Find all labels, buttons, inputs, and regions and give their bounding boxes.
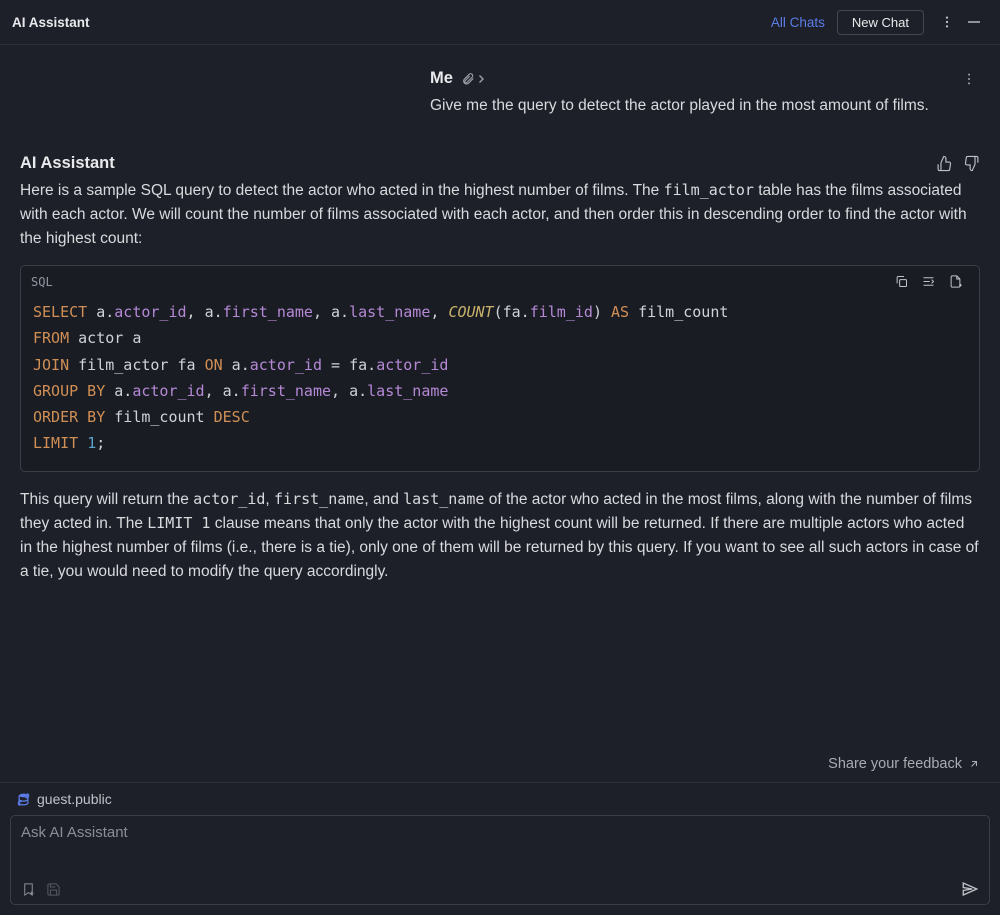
inline-code: film_actor bbox=[664, 181, 754, 199]
context-bar[interactable]: guest.public bbox=[0, 782, 1000, 813]
database-icon bbox=[16, 792, 31, 807]
user-message-body: Give me the query to detect the actor pl… bbox=[430, 94, 980, 118]
prompt-input[interactable] bbox=[11, 816, 989, 876]
attachment-icon[interactable] bbox=[461, 72, 475, 86]
code-content[interactable]: SELECT a.actor_id, a.first_name, a.last_… bbox=[21, 297, 979, 471]
app-title: AI Assistant bbox=[12, 15, 90, 30]
assistant-intro-text: Here is a sample SQL query to detect the… bbox=[20, 179, 980, 251]
send-icon[interactable] bbox=[961, 880, 979, 898]
share-feedback-link[interactable]: Share your feedback bbox=[0, 744, 1000, 782]
header-bar: AI Assistant All Chats New Chat bbox=[0, 0, 1000, 45]
external-link-icon bbox=[968, 758, 980, 770]
code-language-label: SQL bbox=[31, 275, 53, 289]
assistant-author-label: AI Assistant bbox=[20, 154, 115, 173]
user-author-label: Me bbox=[430, 69, 453, 88]
input-area bbox=[10, 815, 990, 905]
minimize-icon[interactable] bbox=[960, 11, 988, 33]
insert-code-icon[interactable] bbox=[915, 272, 942, 291]
thumbs-up-icon[interactable] bbox=[936, 155, 953, 172]
new-chat-button[interactable]: New Chat bbox=[837, 10, 924, 35]
all-chats-link[interactable]: All Chats bbox=[771, 15, 825, 30]
context-label: guest.public bbox=[37, 791, 112, 807]
new-file-code-icon[interactable] bbox=[942, 272, 969, 291]
user-message-menu-icon[interactable] bbox=[958, 72, 980, 86]
code-block: SQL SELECT a.actor_id, a.first_name, a.l… bbox=[20, 265, 980, 472]
more-icon[interactable] bbox=[934, 11, 960, 33]
attachment-caret-icon[interactable] bbox=[479, 74, 485, 84]
user-message: Me Give me the query to detect the actor… bbox=[0, 45, 1000, 118]
assistant-explanation-text: This query will return the actor_id, fir… bbox=[20, 488, 980, 584]
copy-code-icon[interactable] bbox=[888, 272, 915, 291]
thumbs-down-icon[interactable] bbox=[963, 155, 980, 172]
assistant-message: AI Assistant Here is a sample SQL query … bbox=[0, 118, 1000, 584]
bookmark-icon[interactable] bbox=[21, 882, 36, 897]
save-icon[interactable] bbox=[46, 882, 61, 897]
chat-scroll-area: Me Give me the query to detect the actor… bbox=[0, 45, 1000, 744]
